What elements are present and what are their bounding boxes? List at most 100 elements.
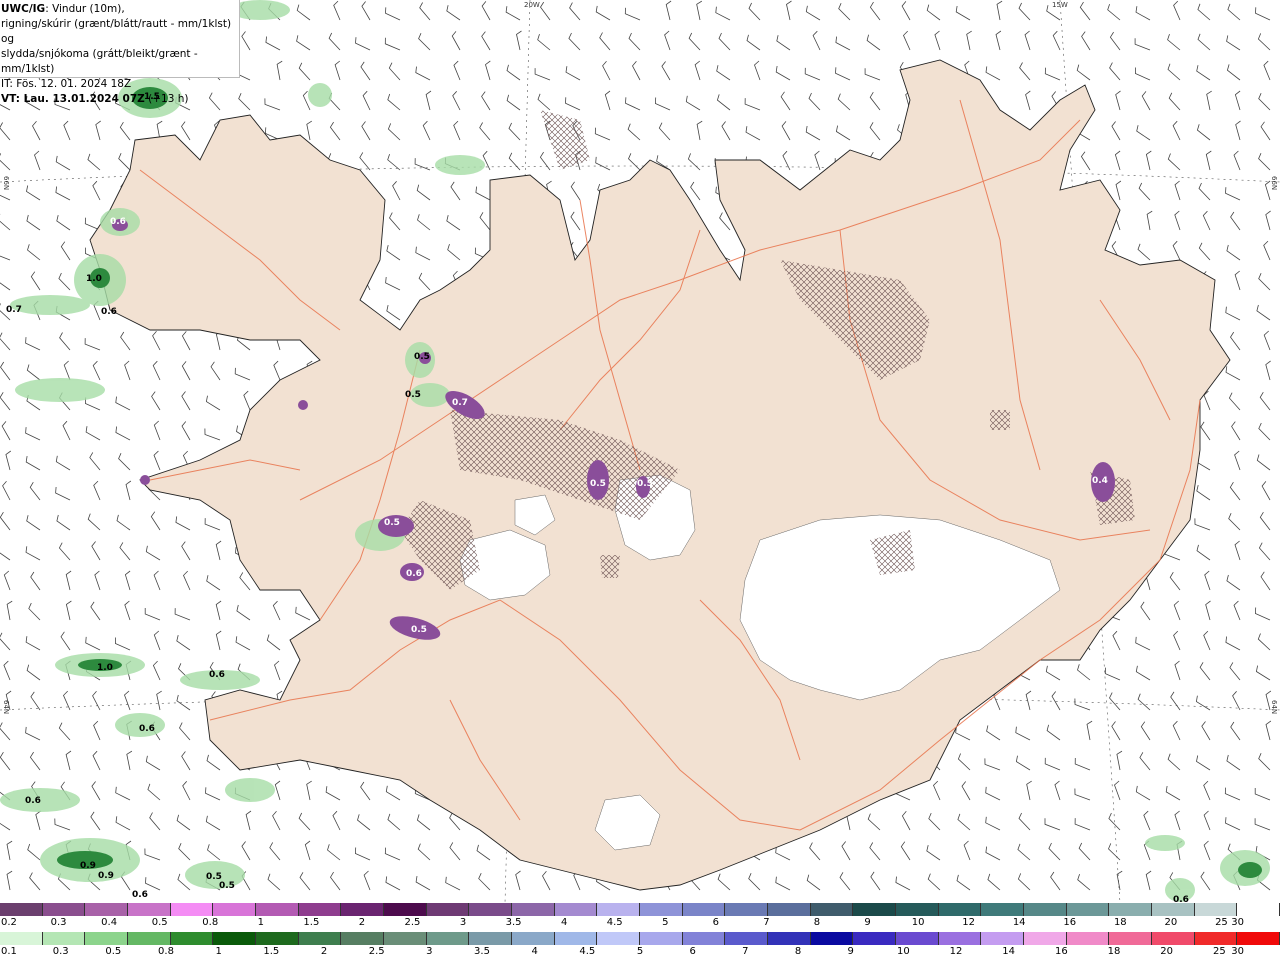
value-label: 0.5 <box>590 479 606 489</box>
value-label: 0.5 <box>384 518 400 528</box>
value-label: 0.7 <box>452 398 468 408</box>
legend-label: 12 <box>949 946 963 957</box>
legend-swatch <box>1237 903 1280 916</box>
legend-label: 0.4 <box>101 917 118 928</box>
legend-label: 20 <box>1160 946 1174 957</box>
legend-swatch <box>1194 903 1238 916</box>
legend-label: 1 <box>257 917 264 928</box>
legend-swatch <box>512 932 555 945</box>
legend-label: 0.3 <box>50 917 67 928</box>
legend-swatch <box>682 903 726 916</box>
value-label: 0.6 <box>25 796 41 806</box>
value-label: 0.7 <box>6 305 22 315</box>
legend-label: 6 <box>712 917 720 928</box>
value-label: 0.6 <box>101 307 117 317</box>
rain-legend-labels: 0.1 0.3 0.5 0.8 1 1.5 2 2.5 3 3.5 4 4.5 5 6 7 8 9 10 12 14 1… <box>0 946 1280 960</box>
value-label: 0.5 <box>411 625 427 635</box>
value-label: 0.6 <box>132 890 148 900</box>
rain-legend-swatches <box>0 932 1280 945</box>
legend-swatch <box>0 903 43 916</box>
value-label: 0.6 <box>110 217 126 227</box>
title-line2: rigning/skúrir (grænt/blátt/rautt - mm/1… <box>1 18 232 45</box>
legend-swatch <box>1109 932 1153 945</box>
legend-label: 5 <box>636 946 644 957</box>
iceland-weather-map: 1.5 0.6 1.0 0.7 0.6 0.5 0.5 0.7 0.5 0.6 … <box>0 0 1280 903</box>
legend-label: 16 <box>1063 917 1077 928</box>
init-time: IT: Fös. 12. 01. 2024 18Z <box>1 78 132 90</box>
legend-label: 18 <box>1107 946 1121 957</box>
legend-swatch <box>213 903 257 916</box>
value-label: 0.6 <box>139 724 155 734</box>
legend-swatch <box>213 932 257 945</box>
value-label: 0.4 <box>1092 476 1108 486</box>
legend-swatch <box>981 903 1025 916</box>
legend-swatch <box>1024 903 1067 916</box>
legend-label: 3.5 <box>505 917 522 928</box>
legend-swatch <box>42 932 86 945</box>
legend-label: 10 <box>896 946 910 957</box>
legend-swatch <box>128 903 171 916</box>
legend-swatch <box>981 932 1025 945</box>
legend-swatch <box>128 932 171 945</box>
legend-swatch <box>597 903 641 916</box>
legend-label: 20 <box>1164 917 1178 928</box>
lon-label: 20W <box>524 1 540 9</box>
legend-swatch <box>384 903 427 916</box>
value-label: 1.0 <box>86 274 102 284</box>
value-label: 0.5 <box>219 881 235 891</box>
value-label: 0.5 <box>414 352 430 362</box>
forecast-hour: (+13 h) <box>144 93 189 105</box>
rain-legend: 0.1 0.3 0.5 0.8 1 1.5 2 2.5 3 3.5 4 4.5 5 6 7 8 9 10 12 14 1… <box>0 932 1280 960</box>
legend-swatch <box>853 903 897 916</box>
value-label: 0.9 <box>98 871 114 881</box>
legend-swatch <box>554 932 598 945</box>
legend-label: 0.3 <box>52 946 69 957</box>
legend-label: 1.5 <box>303 917 320 928</box>
legend-swatch <box>170 932 214 945</box>
value-label: 1.0 <box>97 663 113 673</box>
legend-swatch <box>341 932 385 945</box>
legend-label: 1.5 <box>263 946 280 957</box>
legend-label: 14 <box>1002 946 1016 957</box>
lon-label: 15W <box>1052 1 1068 9</box>
legend-swatch <box>1194 932 1238 945</box>
lat-label: 66N <box>1270 176 1278 190</box>
legend-label: 2 <box>320 946 328 957</box>
legend-swatch <box>768 932 811 945</box>
legend-label: 7 <box>763 917 770 928</box>
legend-label: 9 <box>864 917 871 928</box>
legend-label: 6 <box>689 946 696 957</box>
legend-swatch <box>768 903 811 916</box>
value-label: 0.6 <box>406 569 422 579</box>
legend-swatch <box>469 903 513 916</box>
title-line1: : Vindur (10m), <box>45 3 125 15</box>
legend-swatch <box>1152 932 1195 945</box>
legend-swatch <box>640 932 683 945</box>
legend-label: 3.5 <box>474 946 490 957</box>
legend-swatch <box>469 932 513 945</box>
legend-label: 8 <box>794 946 802 957</box>
legend-swatch <box>1109 903 1153 916</box>
legend-swatch <box>512 903 555 916</box>
legend-label: 4 <box>560 917 568 928</box>
valid-time: VT: Lau. 13.01.2024 07Z <box>1 93 145 105</box>
lat-label: 64N <box>1270 700 1278 714</box>
legend-swatch <box>1024 932 1067 945</box>
legend-swatch <box>42 903 86 916</box>
lat-label: 64N <box>2 700 10 714</box>
legend-label: 5 <box>662 917 669 928</box>
legend-label: 30 <box>1231 917 1244 928</box>
legend-swatch <box>1237 932 1280 945</box>
lat-label: 66N <box>2 176 10 190</box>
legend-swatch <box>0 932 43 945</box>
legend-label: 4.5 <box>579 946 596 957</box>
legend-label: 0.5 <box>151 917 168 928</box>
legend-swatch <box>938 932 982 945</box>
legend-label: 14 <box>1012 917 1026 928</box>
legend-label: 4 <box>531 946 538 957</box>
legend-swatch <box>896 903 939 916</box>
legend-swatch <box>554 903 598 916</box>
legend-label: 25 <box>1215 917 1228 928</box>
legend-swatch <box>426 903 470 916</box>
legend-label: 0.8 <box>158 946 174 957</box>
